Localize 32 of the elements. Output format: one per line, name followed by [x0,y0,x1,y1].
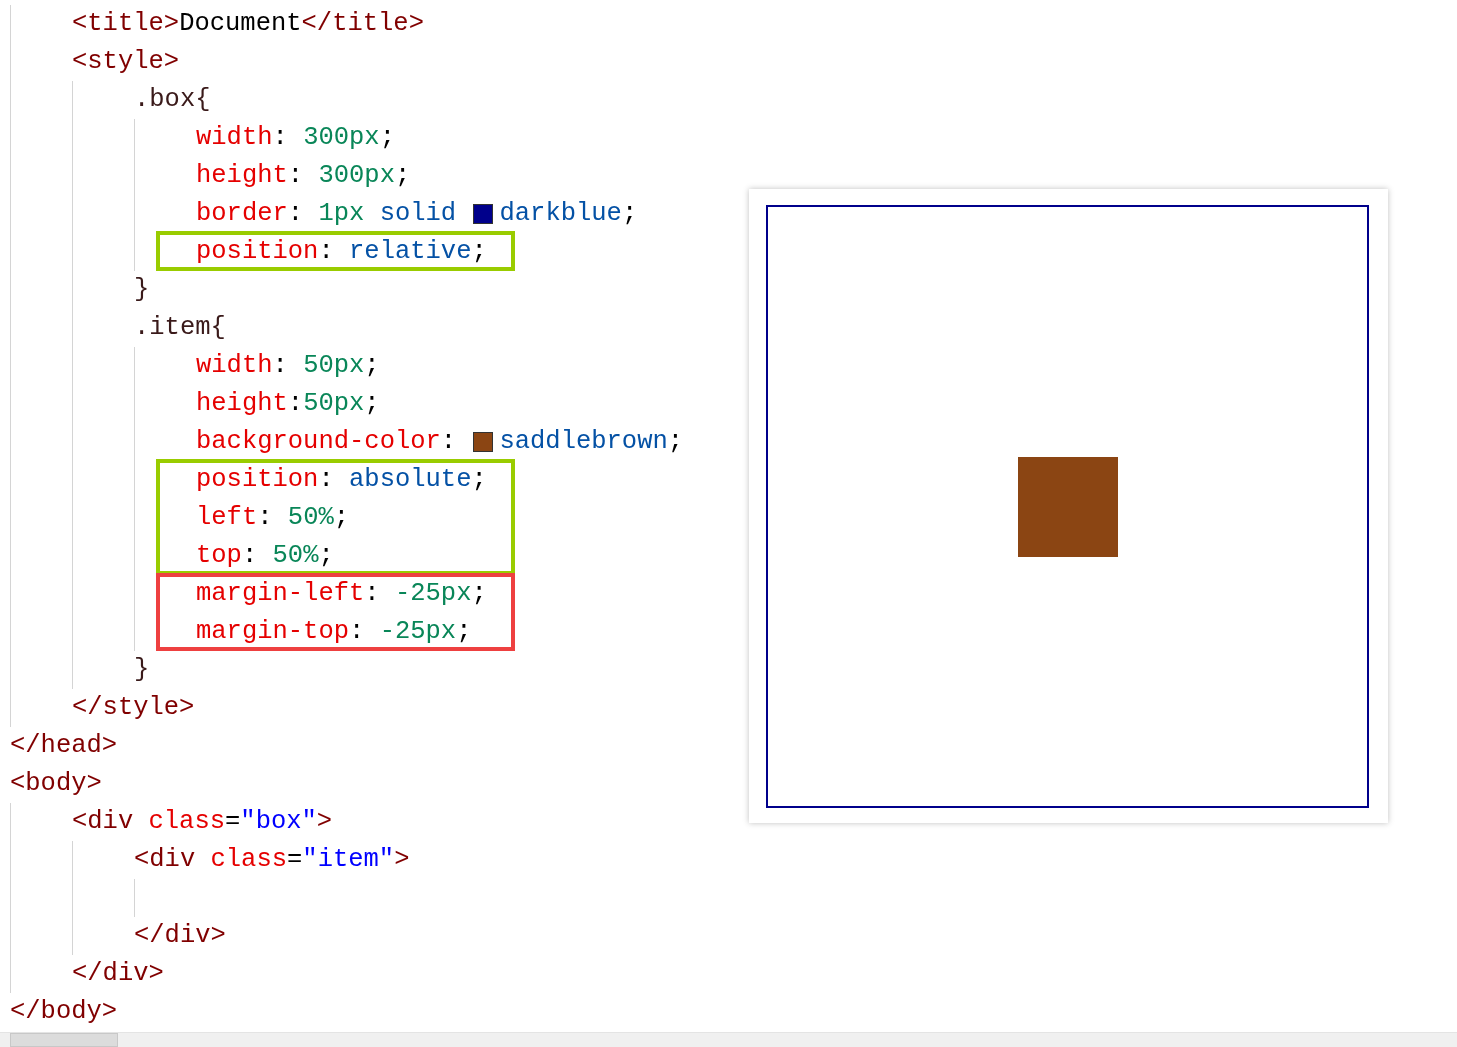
code-text: darkblue; [499,198,638,230]
code-line: height:50px; [196,388,380,420]
code-line: </style> [72,692,195,724]
code-line: <div class="box"> [72,806,333,838]
code-text: background-color: [196,426,458,458]
code-line: position: relative; [196,236,487,268]
code-line: </head> [10,730,118,762]
code-line: position: absolute; [196,464,487,496]
code-line: margin-top: -25px; [196,616,472,648]
code-line: width: 50px; [196,350,380,382]
code-line: } [134,654,150,686]
code-line: top: 50%; [196,540,334,572]
code-line: <title>Document</title> [72,8,424,40]
code-text: saddlebrown; [499,426,684,458]
color-swatch-icon[interactable] [473,204,494,224]
horizontal-scrollbar[interactable] [0,1032,1457,1047]
code-line: width: 300px; [196,122,395,154]
code-line: <div class="item"> [134,844,410,876]
code-line: </body> [10,996,118,1028]
code-line: </div> [72,958,164,990]
code-line: .box{ [134,84,211,116]
color-swatch-icon[interactable] [473,432,494,452]
code-line: } [134,274,150,306]
code-text: border: 1px solid [196,198,458,230]
code-line: </div> [134,920,226,952]
code-line: left: 50%; [196,502,350,534]
code-line: <body> [10,768,102,800]
code-line: margin-left: -25px; [196,578,487,610]
code-line: <style> [72,46,180,78]
code-line: height: 300px; [196,160,411,192]
scrollbar-thumb[interactable] [10,1033,118,1047]
code-line: .item{ [134,312,226,344]
